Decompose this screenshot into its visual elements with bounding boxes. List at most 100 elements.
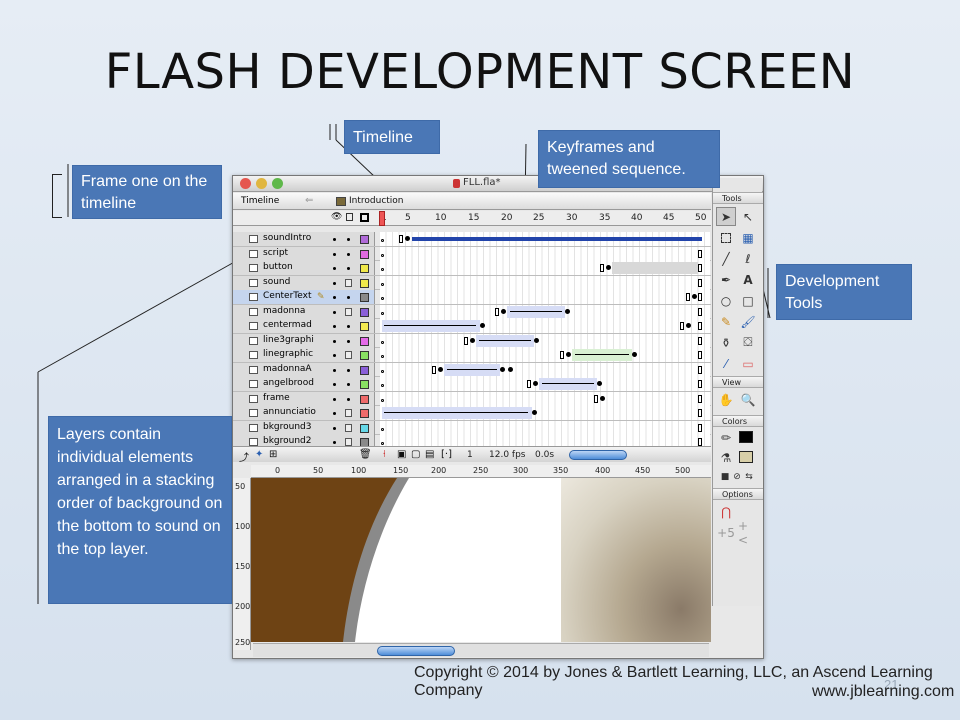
onion-skin-icon[interactable]: ▣ [397,449,406,460]
visibility-dot[interactable] [333,267,336,270]
gradient-transform-tool[interactable]: ▦ [738,228,758,247]
zoom-tool[interactable]: 🔍 [738,390,758,409]
close-window-button[interactable] [240,178,251,189]
keyframe[interactable] [534,337,539,343]
keyframe-end[interactable] [527,380,531,388]
layer-color-swatch[interactable] [360,249,369,259]
fill-color-icon[interactable]: ⚗ [716,448,736,467]
frame-ruler[interactable]: 👁 1 5 10 15 20 25 30 35 40 45 50 [233,211,711,226]
timeline-scrollbar[interactable] [569,450,627,460]
frame-cells[interactable] [380,348,710,362]
blank-keyframe[interactable] [381,297,384,300]
layer-color-swatch[interactable] [360,409,369,418]
playhead[interactable] [379,211,385,226]
edit-multiple-icon[interactable]: ▤ [425,449,434,460]
layer-color-swatch[interactable] [360,293,369,302]
lock-dot[interactable] [347,252,350,256]
lock-icon[interactable] [345,438,352,446]
visibility-dot[interactable] [333,354,336,357]
straighten-icon[interactable]: +< [738,519,758,547]
lock-dot[interactable] [347,339,350,343]
keyframe-end[interactable] [698,322,702,330]
keyframe-end[interactable] [698,336,702,345]
layer-row[interactable]: CenterText ✎ [233,290,711,305]
keyframe-end[interactable] [698,365,702,374]
free-transform-tool[interactable] [716,228,736,247]
layer-row[interactable]: bkground3 [233,420,711,435]
brush-tool[interactable]: 🖌 [738,312,758,331]
hand-tool[interactable]: ✋ [716,390,736,409]
keyframe[interactable] [686,323,691,328]
insert-folder-icon[interactable]: ⊞ [269,449,277,460]
visibility-dot[interactable] [333,252,336,256]
layer-row[interactable]: madonnaA [233,362,711,377]
layer-name-cell[interactable]: annunciatio [233,406,375,420]
visibility-dot[interactable] [333,339,336,343]
keyframe[interactable] [470,337,475,343]
insert-layer-icon[interactable]: ⤴ [239,449,249,464]
keyframe[interactable] [565,308,570,314]
visibility-dot[interactable] [333,397,336,401]
layer-row[interactable]: line3graphi [233,333,711,348]
keyframe-end[interactable] [560,351,564,359]
lock-icon[interactable] [345,351,352,359]
keyframe[interactable] [692,294,697,299]
layer-color-swatch[interactable] [360,423,369,433]
keyframe[interactable] [405,236,410,241]
keyframe-end[interactable] [698,264,702,272]
frame-cells[interactable] [380,333,710,348]
blank-keyframe[interactable] [381,253,384,257]
frame-cells[interactable] [380,246,710,261]
layer-row[interactable]: madonna [233,304,711,319]
keyframe-end[interactable] [698,293,702,301]
keyframe-end[interactable] [495,307,499,316]
keyframe-end[interactable] [698,351,702,359]
blank-keyframe[interactable] [381,427,384,431]
center-frame-icon[interactable]: ⍿ [383,449,386,460]
keyframe[interactable] [501,308,506,314]
layer-row[interactable]: linegraphic [233,348,711,363]
keyframe-end[interactable] [464,336,468,345]
frame-cells[interactable] [380,304,710,319]
keyframe-end[interactable] [399,235,403,243]
keyframe-end[interactable] [698,380,702,388]
layer-color-swatch[interactable] [360,365,369,375]
layer-name-cell[interactable]: CenterText ✎ [233,290,375,304]
frame-cells[interactable] [380,319,710,333]
subselection-tool[interactable]: ↖ [738,207,758,226]
paint-bucket-tool[interactable]: ⛋ [738,333,758,352]
blank-keyframe[interactable] [381,384,384,387]
minimize-window-button[interactable] [256,178,267,189]
eyedropper-tool[interactable]: ⁄ [716,354,736,373]
lock-icon[interactable] [345,278,352,287]
stage-scroll-thumb[interactable] [377,646,455,656]
text-tool[interactable]: A [738,270,758,289]
blank-keyframe[interactable] [381,369,384,373]
pencil-tool[interactable]: ✎ [716,312,736,331]
keyframe-end[interactable] [600,264,604,272]
visibility-dot[interactable] [333,426,336,430]
layer-name-cell[interactable]: sound [233,275,375,290]
layer-color-swatch[interactable] [360,322,369,331]
swap-colors-icon[interactable]: ⇆ [739,467,759,486]
layer-name-cell[interactable]: angelbrood [233,377,375,391]
lock-dot[interactable] [347,383,350,386]
keyframe-end[interactable] [698,307,702,316]
layer-row[interactable]: button [233,261,711,276]
blank-keyframe[interactable] [381,282,384,286]
lock-dot[interactable] [347,368,350,372]
blank-keyframe[interactable] [381,239,384,242]
keyframe-end[interactable] [698,278,702,287]
frame-cells[interactable] [380,362,710,377]
layer-name-cell[interactable]: line3graphi [233,333,375,348]
layer-name-cell[interactable]: button [233,261,375,275]
layer-color-swatch[interactable] [360,336,369,346]
keyframe[interactable] [480,323,485,328]
visibility-dot[interactable] [333,325,336,328]
frame-cells[interactable] [380,391,710,406]
onion-markers-icon[interactable]: [·] [441,449,452,460]
visibility-dot[interactable] [333,368,336,372]
line-tool[interactable]: ╱ [716,249,736,268]
lasso-tool[interactable]: ℓ [738,249,758,268]
snap-magnet-icon[interactable]: ⋂ [716,502,736,521]
